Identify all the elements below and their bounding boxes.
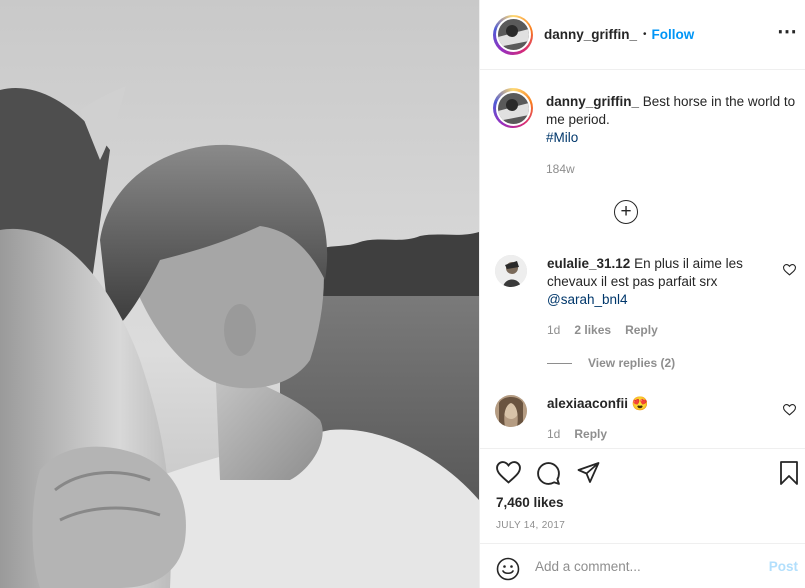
avatar-picture bbox=[497, 92, 529, 124]
post-date[interactable]: JULY 14, 2017 bbox=[496, 520, 565, 531]
instagram-post: danny_griffin_ • Follow ⋯ danny_griffin_… bbox=[0, 0, 805, 588]
more-options-icon[interactable]: ⋯ bbox=[777, 22, 798, 42]
avatar-picture bbox=[495, 255, 527, 287]
likes-count[interactable]: 7,460 likes bbox=[496, 495, 564, 510]
post-header: danny_griffin_ • Follow ⋯ bbox=[480, 0, 805, 70]
load-more-comments-icon[interactable]: + bbox=[614, 200, 638, 224]
avatar-picture bbox=[497, 19, 529, 50]
comment-icon[interactable] bbox=[536, 461, 561, 486]
comment-time[interactable]: 1d bbox=[547, 323, 560, 337]
follow-button[interactable]: Follow bbox=[652, 27, 695, 42]
mention-link[interactable]: @sarah_bnl4 bbox=[547, 292, 628, 307]
comment-likes[interactable]: 2 likes bbox=[574, 323, 611, 337]
smiley-icon[interactable] bbox=[496, 557, 520, 581]
like-comment-heart-icon[interactable] bbox=[783, 404, 796, 416]
comment-meta: 1d 2 likes Reply bbox=[547, 323, 658, 337]
reply-button[interactable]: Reply bbox=[574, 427, 607, 441]
comment-username[interactable]: alexiaaconfii bbox=[547, 396, 628, 411]
avatar-image bbox=[497, 92, 529, 124]
comment-username[interactable]: eulalie_31.12 bbox=[547, 256, 630, 271]
comment-text: eulalie_31.12 En plus il aime les chevau… bbox=[547, 255, 757, 309]
post-comment-button[interactable]: Post bbox=[769, 559, 798, 574]
separator-dot: • bbox=[643, 29, 647, 40]
avatar-frame bbox=[495, 17, 531, 52]
comment-meta: 1d Reply bbox=[547, 427, 607, 441]
like-comment-heart-icon[interactable] bbox=[783, 264, 796, 276]
caption-username[interactable]: danny_griffin_ bbox=[546, 94, 639, 109]
avatar-picture bbox=[495, 395, 527, 427]
view-replies-label: View replies (2) bbox=[588, 356, 676, 370]
comment-avatar[interactable] bbox=[495, 255, 527, 287]
hashtag-link[interactable]: #Milo bbox=[546, 130, 578, 145]
avatar-image bbox=[497, 19, 529, 50]
comment-avatar[interactable] bbox=[495, 395, 527, 427]
post-actions: 7,460 likes JULY 14, 2017 bbox=[480, 448, 805, 542]
comment-time[interactable]: 1d bbox=[547, 427, 560, 441]
comment-input[interactable] bbox=[535, 556, 755, 576]
comment-text: alexiaaconfii 😍 bbox=[547, 395, 757, 413]
author-avatar[interactable] bbox=[493, 14, 533, 55]
post-photo[interactable] bbox=[0, 0, 479, 588]
post-side-panel: danny_griffin_ • Follow ⋯ danny_griffin_… bbox=[479, 0, 805, 588]
reply-button[interactable]: Reply bbox=[625, 323, 658, 337]
comment-emoji: 😍 bbox=[631, 396, 649, 411]
view-replies-button[interactable]: View replies (2) bbox=[547, 356, 675, 370]
photo-image bbox=[0, 0, 479, 588]
caption-avatar[interactable] bbox=[493, 88, 533, 128]
author-username[interactable]: danny_griffin_ bbox=[544, 27, 637, 42]
replies-divider bbox=[547, 362, 572, 364]
add-comment-bar: Post bbox=[480, 543, 805, 588]
heart-icon[interactable] bbox=[496, 461, 521, 484]
caption-time[interactable]: 184w bbox=[546, 162, 575, 176]
caption-text: danny_griffin_ Best horse in the world t… bbox=[546, 93, 796, 147]
avatar-frame bbox=[495, 90, 531, 126]
bookmark-icon[interactable] bbox=[778, 461, 800, 485]
share-icon[interactable] bbox=[576, 461, 601, 485]
